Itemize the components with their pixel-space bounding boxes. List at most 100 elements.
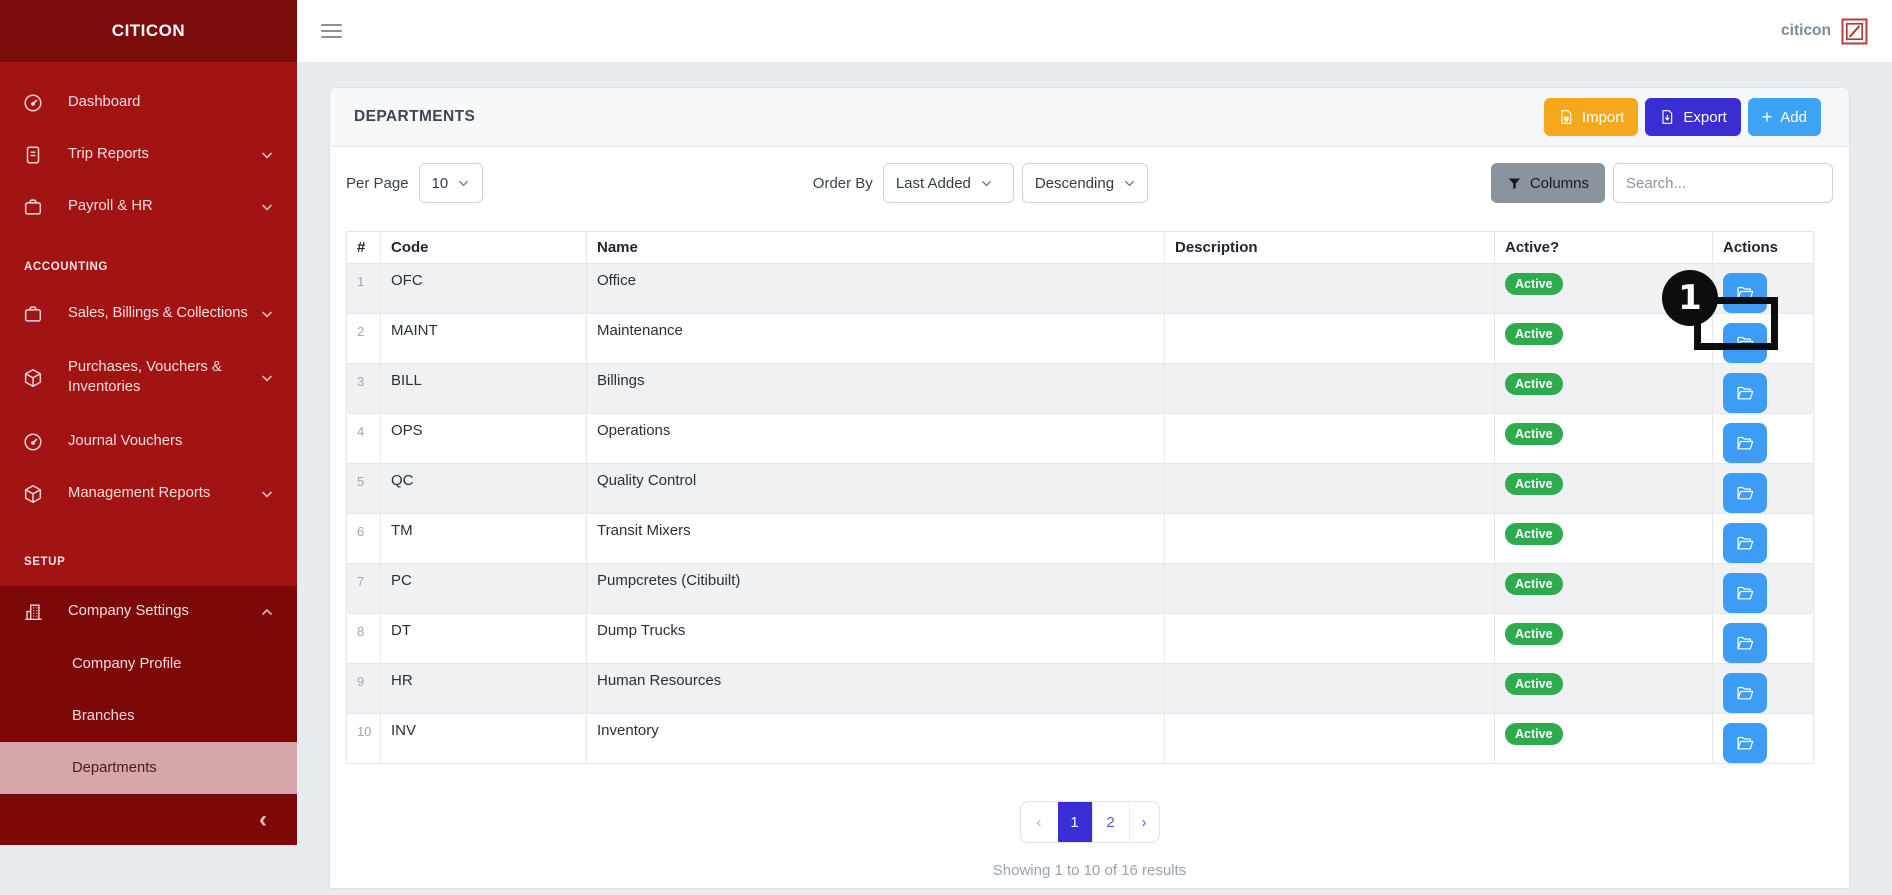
table-row: 10 INV Inventory Active: [347, 714, 1814, 764]
company-logo-icon[interactable]: [1841, 18, 1868, 45]
open-record-button[interactable]: [1723, 673, 1767, 713]
topbar: citicon: [297, 0, 1892, 62]
table-row: 3 BILL Billings Active: [347, 364, 1814, 414]
table-header-row: # Code Name Description Active? Actions: [347, 232, 1814, 264]
departments-card: DEPARTMENTS Import Export: [330, 88, 1849, 888]
results-summary: Showing 1 to 10 of 16 results: [346, 862, 1833, 879]
chevron-down-icon: [458, 180, 469, 187]
import-icon: [1558, 109, 1574, 125]
open-record-button[interactable]: [1723, 323, 1767, 363]
open-record-button[interactable]: [1723, 523, 1767, 563]
sidebar-item-trip-reports[interactable]: Trip Reports: [0, 129, 297, 181]
sidebar-item-label: Purchases, Vouchers & Inventories: [68, 358, 253, 398]
open-record-button[interactable]: [1723, 473, 1767, 513]
sidebar-item-branches[interactable]: Branches: [0, 690, 297, 742]
table-row: 8 DT Dump Trucks Active: [347, 614, 1814, 664]
order-by-label: Order By: [813, 175, 873, 192]
status-badge: Active: [1505, 623, 1563, 645]
status-badge: Active: [1505, 373, 1563, 395]
folder-open-icon: [1736, 735, 1754, 751]
section-label-accounting: ACCOUNTING: [0, 233, 297, 288]
chevron-down-icon: [1124, 180, 1135, 187]
sidebar-item-purchases-vouchers-inventories[interactable]: Purchases, Vouchers & Inventories: [0, 340, 297, 416]
header-num: #: [347, 232, 381, 264]
table-row: 2 MAINT Maintenance Active: [347, 314, 1814, 364]
folder-open-icon: [1736, 335, 1754, 351]
pagination-next-button[interactable]: ›: [1129, 802, 1159, 842]
sidebar-subitem-label: Branches: [72, 708, 135, 724]
plus-icon: +: [1762, 108, 1773, 126]
sidebar-item-label: Company Settings: [68, 602, 253, 622]
status-badge: Active: [1505, 473, 1563, 495]
table-row: 4 OPS Operations Active: [347, 414, 1814, 464]
folder-open-icon: [1736, 635, 1754, 651]
sidebar-item-sales-billings-collections[interactable]: Sales, Billings & Collections: [0, 288, 297, 340]
header-description: Description: [1165, 232, 1495, 264]
page-title: DEPARTMENTS: [354, 108, 475, 126]
status-badge: Active: [1505, 273, 1563, 295]
sidebar-item-label: Dashboard: [68, 93, 273, 113]
sidebar-item-dashboard[interactable]: Dashboard: [0, 77, 297, 129]
hamburger-menu-icon[interactable]: [321, 20, 342, 42]
open-record-button[interactable]: [1723, 423, 1767, 463]
table-row: 1 OFC Office Active: [347, 264, 1814, 314]
folder-open-icon: [1736, 485, 1754, 501]
open-record-button[interactable]: [1723, 573, 1767, 613]
sidebar-item-label: Sales, Billings & Collections: [68, 304, 253, 324]
sidebar-item-journal-vouchers[interactable]: Journal Vouchers: [0, 416, 297, 468]
chevron-up-icon: [261, 609, 273, 616]
sidebar-subitem-label: Departments: [72, 760, 157, 776]
user-name[interactable]: citicon: [1781, 22, 1831, 40]
sidebar-item-company-profile[interactable]: Company Profile: [0, 638, 297, 690]
export-icon: [1659, 109, 1675, 125]
folder-open-icon: [1736, 585, 1754, 601]
order-by-select[interactable]: Last Added: [883, 163, 1014, 203]
search-input[interactable]: [1613, 163, 1833, 203]
main-content: DEPARTMENTS Import Export: [297, 62, 1892, 845]
status-badge: Active: [1505, 573, 1563, 595]
chevron-down-icon: [981, 180, 992, 187]
columns-button[interactable]: Columns: [1491, 163, 1605, 203]
header-active: Active?: [1495, 232, 1713, 264]
open-record-button[interactable]: [1723, 623, 1767, 663]
folder-open-icon: [1736, 285, 1754, 301]
sidebar-item-management-reports[interactable]: Management Reports: [0, 468, 297, 520]
folder-open-icon: [1736, 685, 1754, 701]
briefcase-icon: [22, 303, 48, 325]
sidebar-item-payroll-hr[interactable]: Payroll & HR: [0, 181, 297, 233]
open-record-button[interactable]: [1723, 273, 1767, 313]
sidebar-collapse-button[interactable]: ‹: [0, 795, 297, 845]
add-button[interactable]: + Add: [1748, 98, 1821, 136]
pagination-prev-button[interactable]: ‹: [1021, 802, 1058, 842]
folder-open-icon: [1736, 435, 1754, 451]
open-record-button[interactable]: [1723, 723, 1767, 763]
table-row: 9 HR Human Resources Active: [347, 664, 1814, 714]
sort-direction-select[interactable]: Descending: [1022, 163, 1148, 203]
export-button[interactable]: Export: [1645, 98, 1740, 136]
pagination-page-2[interactable]: 2: [1092, 802, 1129, 842]
gauge-icon: [22, 92, 48, 114]
collapse-chevron-icon: ‹: [259, 806, 267, 834]
document-icon: [22, 144, 48, 166]
sidebar-item-departments[interactable]: Departments: [0, 742, 297, 794]
filter-row: Per Page 10 Order By Last Added: [346, 163, 1833, 203]
pagination-page-1[interactable]: 1: [1058, 802, 1092, 842]
chevron-down-icon: [261, 491, 273, 498]
sidebar-item-company-settings[interactable]: Company Settings: [0, 586, 297, 638]
status-badge: Active: [1505, 523, 1563, 545]
cube-icon: [22, 483, 48, 505]
sidebar-brand: CITICON: [0, 0, 297, 62]
departments-table: # Code Name Description Active? Actions …: [346, 231, 1814, 764]
sidebar-item-label: Trip Reports: [68, 145, 253, 165]
per-page-select[interactable]: 10: [419, 163, 483, 203]
sidebar-nav: Dashboard Trip Reports Payroll & HR ACCO…: [0, 62, 297, 845]
status-badge: Active: [1505, 423, 1563, 445]
folder-open-icon: [1736, 385, 1754, 401]
card-body: Per Page 10 Order By Last Added: [330, 147, 1849, 895]
open-record-button[interactable]: [1723, 373, 1767, 413]
status-badge: Active: [1505, 723, 1563, 745]
briefcase-icon: [22, 196, 48, 218]
import-button[interactable]: Import: [1544, 98, 1639, 136]
table-row: 6 TM Transit Mixers Active: [347, 514, 1814, 564]
gauge-icon: [22, 431, 48, 453]
